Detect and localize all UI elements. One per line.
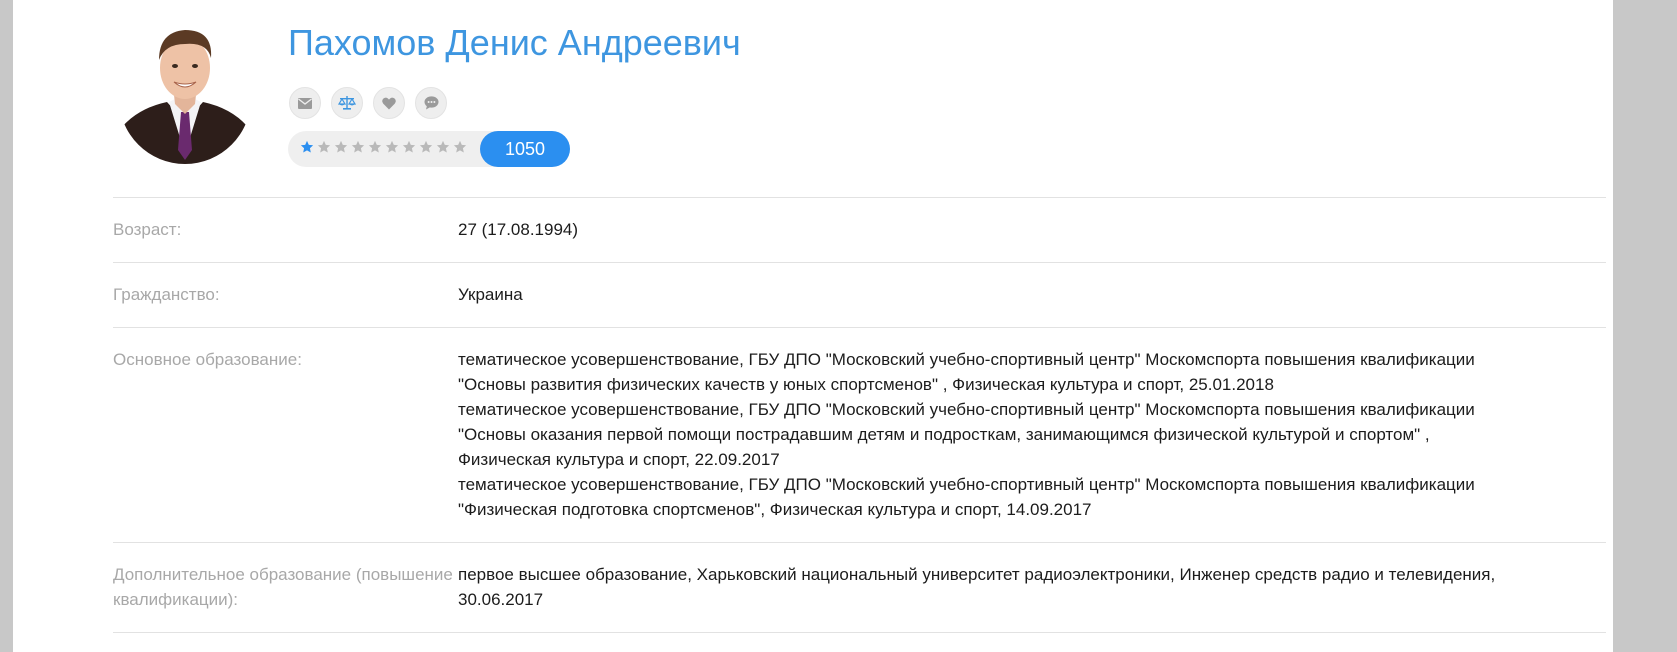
star-empty-icon[interactable] [402,140,416,154]
detail-row: Основное образование: тематическое усовер… [113,327,1606,542]
detail-row: Возраст: 27 (17.08.1994) [113,197,1606,262]
star-empty-icon[interactable] [351,140,365,154]
star-empty-icon[interactable] [453,140,467,154]
detail-value: первое высшее образование, Харьковский н… [458,562,1606,612]
envelope-icon [298,97,312,109]
star-empty-icon[interactable] [385,140,399,154]
detail-label: Основное образование: [113,350,302,369]
detail-value: тематическое усовершенствование, ГБУ ДПО… [458,347,1606,522]
profile-details: Возраст: 27 (17.08.1994) Гражданство: Украи… [113,197,1606,633]
detail-label: Дополнительное образование (повышение кв… [113,565,453,609]
chat-button[interactable] [415,87,447,119]
star-empty-icon[interactable] [419,140,433,154]
detail-label: Гражданство: [113,285,220,304]
star-empty-icon[interactable] [334,140,348,154]
star-empty-icon[interactable] [317,140,331,154]
detail-row: Дополнительное образование (повышение кв… [113,542,1606,633]
compare-button[interactable] [331,87,363,119]
heart-icon [382,97,396,109]
profile-name: Пахомов Денис Андреевич [288,22,741,63]
chat-bubble-icon [424,96,438,110]
scales-icon [338,96,356,110]
detail-row: Гражданство: Украина [113,262,1606,327]
rating-stars [300,140,467,154]
favorite-button[interactable] [373,87,405,119]
star-filled-icon[interactable] [300,140,314,154]
detail-value-line: тематическое усовершенствование, ГБУ ДПО… [458,400,1475,419]
profile-card: Пахомов Денис Андреевич 1050 Возраст: 27… [13,0,1613,652]
detail-value-line: первое высшее образование, Харьковский н… [458,565,1496,584]
detail-value-line: тематическое усовершенствование, ГБУ ДПО… [458,350,1475,369]
star-empty-icon[interactable] [368,140,382,154]
detail-value-line: 27 (17.08.1994) [458,220,579,239]
detail-value: 27 (17.08.1994) [458,217,1606,242]
rating-bar: 1050 [288,131,570,167]
detail-value-line: "Физическая подготовка спортсменов", Физ… [458,500,1092,519]
detail-label: Возраст: [113,220,182,239]
detail-value: Украина [458,282,1606,307]
detail-value-line: Украина [458,285,523,304]
detail-value-line: Физическая культура и спорт, 22.09.2017 [458,450,780,469]
avatar [119,22,251,164]
detail-value-line: "Основы развития физических качеств у юн… [458,375,1274,394]
person-photo-icon [119,22,251,164]
profile-actions [289,87,447,119]
star-empty-icon[interactable] [436,140,450,154]
message-button[interactable] [289,87,321,119]
detail-value-line: "Основы оказания первой помощи пострадав… [458,425,1430,444]
detail-value-line: 30.06.2017 [458,590,544,609]
rating-count-button[interactable]: 1050 [480,131,570,167]
detail-value-line: тематическое усовершенствование, ГБУ ДПО… [458,475,1475,494]
